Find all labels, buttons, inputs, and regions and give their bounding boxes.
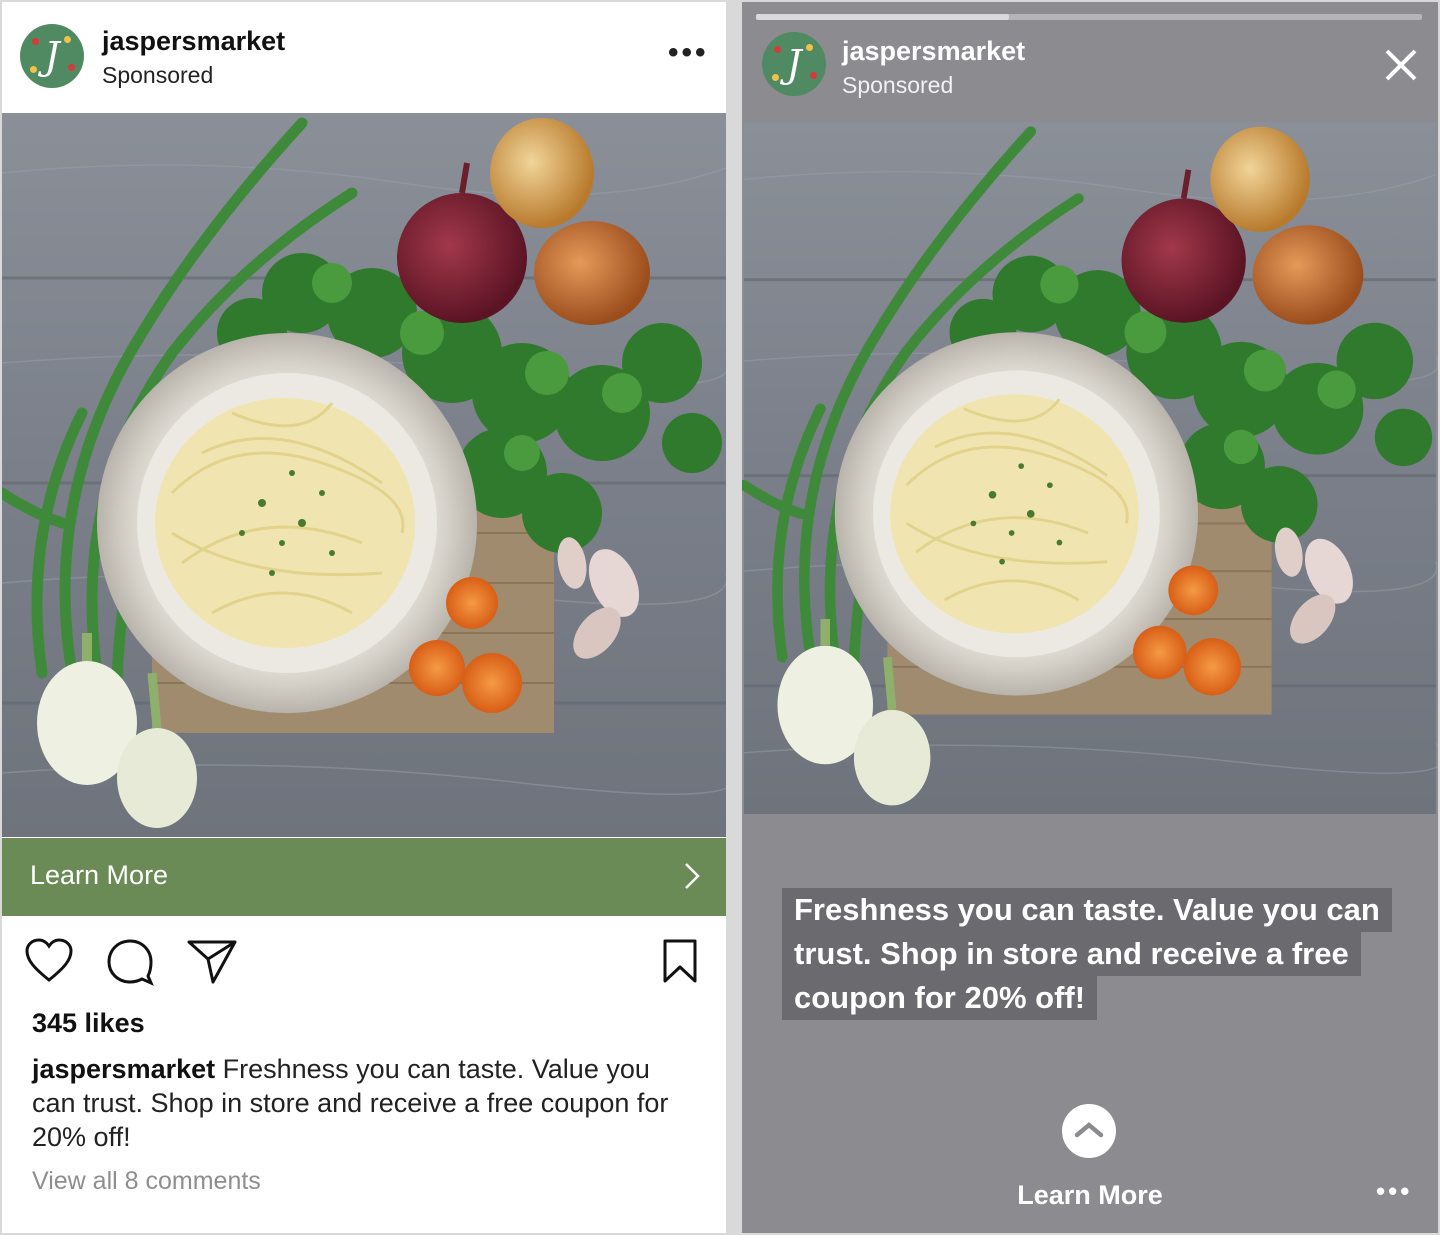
story-photo — [742, 122, 1438, 814]
story-username[interactable]: jaspersmarket — [842, 36, 1025, 67]
story-progress-bar — [756, 14, 1422, 20]
story-text: Freshness you can taste. Value you can t… — [782, 888, 1402, 1020]
more-options-icon[interactable]: ••• — [668, 36, 709, 70]
account-username[interactable]: jaspersmarket — [102, 26, 285, 57]
story-more-options-icon[interactable]: ••• — [1376, 1176, 1412, 1207]
sponsored-label: Sponsored — [102, 62, 214, 88]
bookmark-icon[interactable] — [662, 938, 698, 989]
post-photo[interactable] — [2, 112, 726, 838]
learn-more-bar[interactable]: Learn More — [2, 838, 726, 916]
story-avatar[interactable]: J — [762, 32, 826, 96]
story-avatar-letter: J — [786, 42, 802, 86]
story-progress-fill — [756, 14, 1010, 20]
story-text-line: trust. Shop in store and receive a free — [782, 932, 1361, 976]
story-ad: J jaspersmarket Sponsored Freshness you … — [742, 2, 1438, 1233]
story-sponsored-label: Sponsored — [842, 72, 954, 98]
story-text-line: Freshness you can taste. Value you can — [782, 888, 1392, 932]
post-header: J jaspersmarket Sponsored ••• — [2, 2, 726, 112]
chevron-right-icon — [684, 862, 700, 895]
action-row — [2, 932, 726, 992]
caption-username[interactable]: jaspersmarket — [32, 1054, 215, 1084]
avatar-letter: J — [44, 34, 60, 78]
story-text-line: coupon for 20% off! — [782, 976, 1098, 1020]
story-food-photo — [742, 122, 1438, 814]
comment-icon[interactable] — [106, 938, 154, 991]
feed-post: J jaspersmarket Sponsored ••• Learn More… — [2, 2, 726, 1233]
share-icon[interactable] — [186, 938, 238, 989]
post-caption: jaspersmarket Freshness you can taste. V… — [32, 1052, 692, 1154]
heart-icon[interactable] — [24, 938, 74, 989]
story-learn-more[interactable]: Learn More — [742, 1180, 1438, 1211]
close-icon[interactable] — [1384, 48, 1418, 87]
like-count[interactable]: 345 likes — [32, 1008, 145, 1039]
view-comments-link[interactable]: View all 8 comments — [32, 1167, 261, 1196]
avatar[interactable]: J — [20, 24, 84, 88]
food-photo — [2, 112, 726, 838]
learn-more-label: Learn More — [30, 860, 169, 890]
chevron-up-icon[interactable] — [1062, 1104, 1116, 1158]
